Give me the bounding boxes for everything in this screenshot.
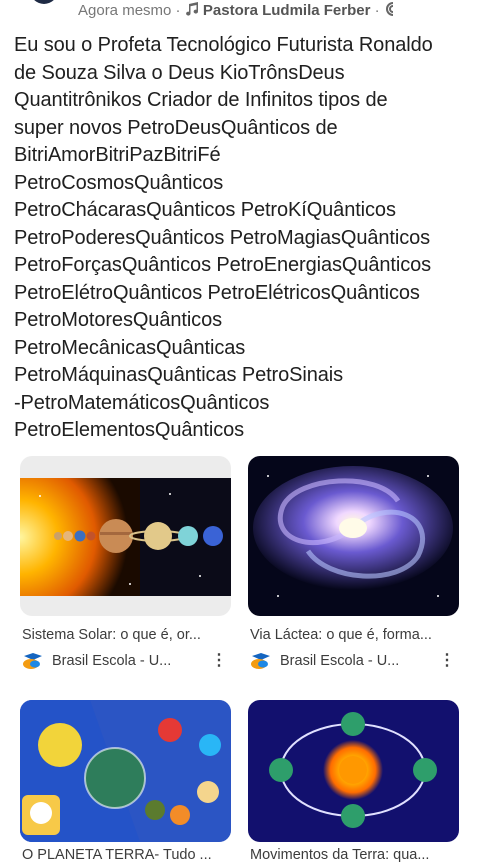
result-source-label: Brasil Escola - U...	[52, 653, 172, 669]
brasil-escola-logo-icon	[22, 652, 44, 670]
result-caption[interactable]: O PLANETA TERRA- Tudo ...	[22, 847, 212, 863]
music-note-icon	[185, 2, 203, 19]
post-line: PetroCosmosQuânticos	[14, 171, 224, 194]
milky-way-image[interactable]	[248, 456, 459, 616]
post-line: PetroChácarasQuânticos PetroKíQuânticos	[14, 199, 396, 221]
result-source[interactable]: Brasil Escola - U...	[250, 652, 399, 670]
post-line: -PetroMatemáticosQuânticos	[14, 391, 270, 414]
post-line: PetroMecânicasQuânticas	[14, 336, 246, 359]
post-header: Agora mesmo · Pastora Ludmila Ferber ·	[0, 0, 480, 22]
post-line: PetroPoderesQuânticos PetroMagiasQuântic…	[14, 226, 431, 249]
post-line: PetroElementosQuânticos	[14, 419, 245, 441]
post-time: Agora mesmo	[78, 2, 172, 19]
more-options-icon[interactable]: ⋮	[439, 652, 455, 670]
solar-system-image[interactable]	[20, 456, 231, 616]
more-options-icon[interactable]: ⋮	[211, 652, 227, 670]
post-author[interactable]: Pastora Ludmila Ferber	[203, 2, 371, 19]
planet-earth-image[interactable]	[20, 700, 231, 842]
result-source[interactable]: Brasil Escola - U...	[22, 652, 171, 670]
avatar[interactable]	[30, 0, 58, 4]
post-body: Eu sou o Profeta Tecnológico Futurista R…	[14, 32, 470, 445]
result-caption[interactable]: Sistema Solar: o que é, or...	[22, 627, 201, 643]
sound-icon[interactable]	[384, 2, 398, 19]
post-line: PetroMáquinasQuânticas PetroSinais	[14, 364, 344, 386]
post-line: super novos PetroDeusQuânticos de	[14, 116, 338, 139]
result-source-label: Brasil Escola - U...	[280, 653, 400, 669]
post-line: Eu sou o Profeta Tecnológico Futurista R…	[14, 34, 433, 56]
post-line: de Souza Silva o Deus KioTrônsDeus	[14, 61, 345, 84]
post-line: PetroForçasQuânticos PetroEnergiasQuânti…	[14, 254, 432, 276]
post-line: Quantitrônikos Criador de Infinitos tipo…	[14, 89, 388, 111]
post-line: BitriAmorBitriPazBitriFé	[14, 144, 221, 166]
meta-separator: ·	[175, 2, 181, 19]
post-line: PetroMotoresQuânticos	[14, 309, 222, 331]
brasil-escola-logo-icon	[250, 652, 272, 670]
meta-separator-2: ·	[374, 2, 380, 19]
post-meta: Agora mesmo · Pastora Ludmila Ferber ·	[78, 1, 398, 19]
earth-orbit-image[interactable]	[248, 700, 459, 842]
result-caption[interactable]: Via Láctea: o que é, forma...	[250, 627, 432, 643]
post-line: PetroElétroQuânticos PetroElétricosQuânt…	[14, 281, 420, 304]
result-caption[interactable]: Movimentos da Terra: qua...	[250, 847, 429, 863]
